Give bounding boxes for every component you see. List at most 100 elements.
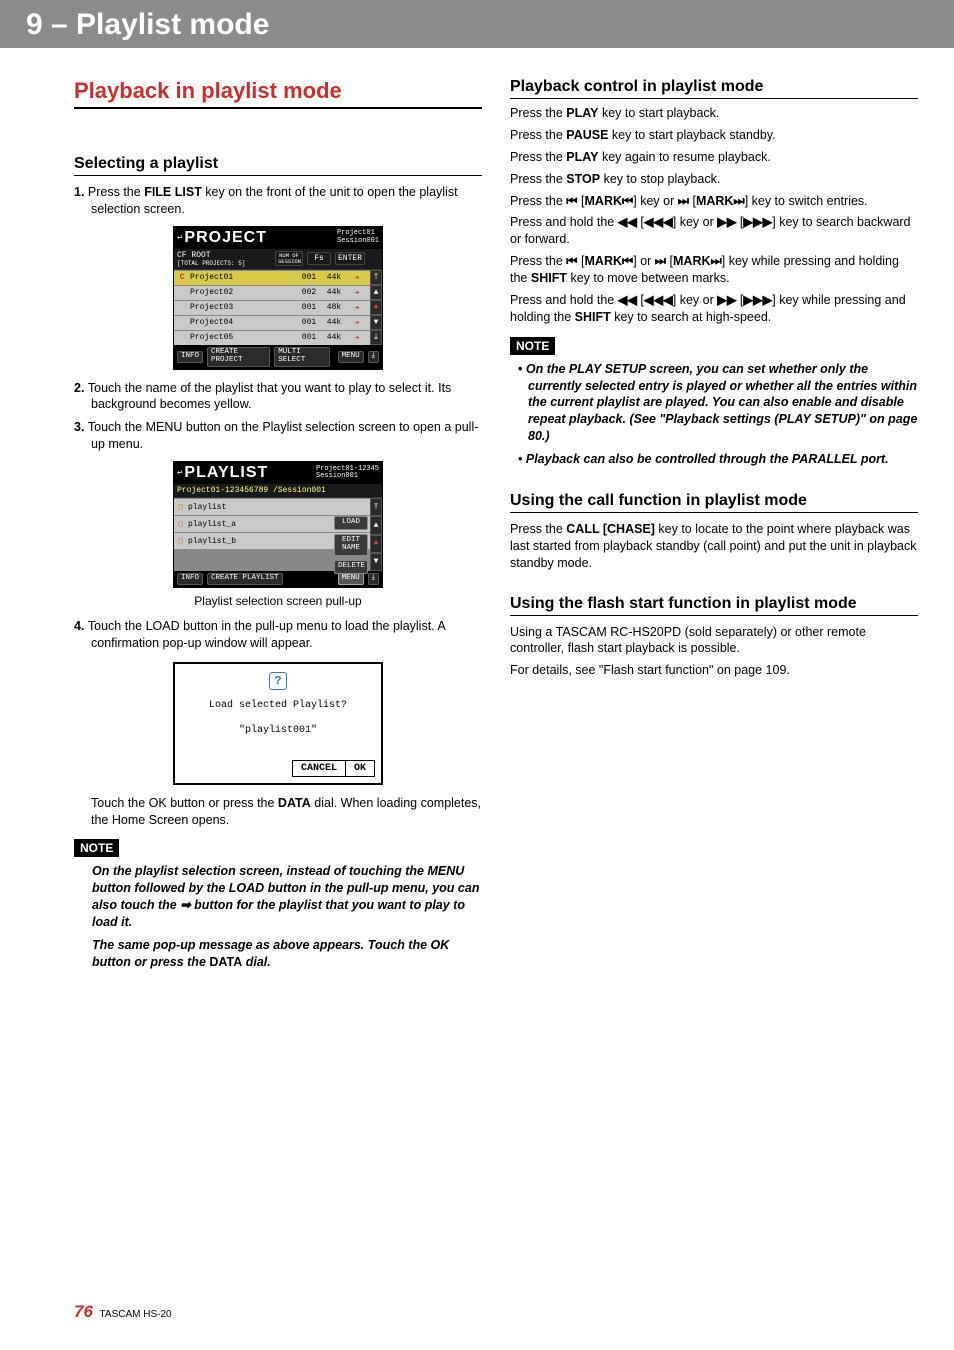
create-project-button[interactable]: CREATE PROJECT [207,347,270,367]
scroll-top-icon[interactable]: ⤒ [370,498,382,516]
note-text: Playback can also be controlled through … [510,451,918,468]
body-text: Press and hold the ◀◀ [◀◀◀] key or ▶▶ [▶… [510,214,918,248]
dialog-target: "playlist001" [181,725,375,736]
model-name: TASCAM HS-20 [100,1309,172,1320]
enter-icon[interactable]: ➔ [348,333,366,343]
key-name: PAUSE [566,128,608,142]
edit-name-button[interactable]: EDIT NAME [334,534,368,556]
table-row[interactable]: Project02 002 44k ➔ [174,285,382,300]
note-label: NOTE [74,839,119,857]
enter-icon[interactable]: ➔ [348,318,366,328]
folder-icon: ▢ [178,536,188,546]
note-text: On the playlist selection screen, instea… [74,863,482,931]
record-icon[interactable]: ● [370,300,382,315]
menu-button[interactable]: MENU [338,573,364,585]
create-playlist-button[interactable]: CREATE PLAYLIST [207,573,283,585]
right-column: Playback control in playlist mode Press … [510,78,918,977]
list-item[interactable]: ▢ playlist [174,498,382,515]
subsection-heading: Using the flash start function in playli… [510,595,918,616]
scroll-up-icon[interactable]: ▲ [370,285,382,300]
scroll-up-icon[interactable]: ▲ [370,516,382,534]
body-text: Press the ⏮ [MARK⏮] or ⏭ [MARK⏭] key whi… [510,253,918,287]
step-2: Touch the name of the playlist that you … [74,380,482,414]
instruction-list: Press the FILE LIST key on the front of … [74,184,482,218]
body-text: Press the CALL [CHASE] key to locate to … [510,521,918,572]
note-text: On the PLAY SETUP screen, you can set wh… [510,361,918,445]
instruction-list: Touch the LOAD button in the pull-up men… [74,618,482,652]
body-text: Press and hold the ◀◀ [◀◀◀] key or ▶▶ [▶… [510,292,918,326]
key-name: PLAY [566,150,598,164]
question-icon: ? [269,672,287,690]
scroll-down-icon[interactable]: ▼ [370,315,382,330]
table-row[interactable]: C Project01 001 44k ➔ [174,270,382,285]
scroll-top-icon[interactable]: ⤒ [370,270,382,285]
page-footer: 76 TASCAM HS-20 [74,1302,172,1322]
body-text: Press the PLAY key again to resume playb… [510,149,918,166]
key-name: SHIFT [575,310,611,324]
left-column: Playback in playlist mode Selecting a pl… [74,78,482,977]
note-label: NOTE [510,337,555,355]
back-icon: ↩ [177,233,182,243]
ffwd-icon: ▶▶ [717,215,736,229]
key-name: DATA [278,796,311,810]
delete-button[interactable]: DELETE [334,560,368,574]
enter-icon[interactable]: ➔ [348,288,366,298]
scroll-bottom-icon[interactable]: ⤓ [368,573,379,585]
skip-fwd-icon: ⏭ [678,194,689,208]
step-3: Touch the MENU button on the Playlist se… [74,419,482,453]
ffwd-icon: ▶▶ [717,293,736,307]
info-button[interactable]: INFO [177,573,203,585]
pull-up-menu: LOAD EDIT NAME DELETE [334,516,368,574]
page-body: Playback in playlist mode Selecting a pl… [0,48,954,977]
current-icon: C [177,273,187,282]
body-text: For details, see "Flash start function" … [510,662,918,679]
skip-back-icon: ⏮ [566,194,577,208]
chapter-header: 9 – Playlist mode [0,0,954,48]
cancel-button[interactable]: CANCEL [292,760,346,777]
screenshot-confirm-dialog: ? Load selected Playlist? "playlist001" … [173,662,383,785]
rewind-icon: ◀◀ [618,293,637,307]
table-row[interactable]: Project05 001 44k ➔ [174,330,382,345]
table-row[interactable]: Project03 001 48k ➔ [174,300,382,315]
key-name: SHIFT [531,271,567,285]
enter-icon[interactable]: ➔ [348,303,366,313]
body-text: Touch the OK button or press the DATA di… [74,795,482,829]
scroll-bottom-icon[interactable]: ⤓ [368,351,379,363]
menu-button[interactable]: MENU [338,351,364,363]
page-number: 76 [74,1302,93,1321]
body-text: Press the PAUSE key to start playback st… [510,127,918,144]
multi-select-button[interactable]: MULTI SELECT [274,347,329,367]
screenshot-project-list: ↩ PROJECT Project01 Session001 CF ROOT [… [173,226,383,370]
record-icon[interactable]: ● [370,535,382,553]
load-button[interactable]: LOAD [334,516,368,530]
key-name: FILE LIST [144,185,202,199]
body-text: Press the ⏮ [MARK⏮] key or ⏭ [MARK⏭] key… [510,193,918,210]
scroll-bottom-icon[interactable]: ⤓ [370,330,382,345]
subsection-heading: Selecting a playlist [74,155,482,176]
dialog-message: Load selected Playlist? [181,700,375,711]
screenshot-playlist-pullup: ↩ PLAYLIST Project01-12345 Session001 Pr… [173,461,383,588]
folder-icon: ▢ [178,502,188,512]
breadcrumb: Project01 Session001 [337,230,379,245]
lcd-title: PROJECT [184,229,337,247]
note-text: The same pop-up message as above appears… [74,937,482,971]
enter-icon[interactable]: ➔ [348,273,366,283]
hdr-root: CF ROOT [177,251,211,260]
step-1: Press the FILE LIST key on the front of … [74,184,482,218]
body-text: Using a TASCAM RC-HS20PD (sold separatel… [510,624,918,658]
body-text: Press the STOP key to stop playback. [510,171,918,188]
table-row[interactable]: Project04 001 44k ➔ [174,315,382,330]
info-button[interactable]: INFO [177,351,203,363]
key-name: PLAY [566,106,598,120]
key-name: CALL [CHASE] [566,522,655,536]
scroll-down-icon[interactable]: ▼ [370,553,382,571]
ok-button[interactable]: OK [345,760,375,777]
key-name: STOP [566,172,600,186]
subsection-heading: Playback control in playlist mode [510,78,918,99]
rewind-icon: ◀◀ [618,215,637,229]
skip-fwd-icon: ⏭ [655,254,666,268]
folder-icon: ▢ [178,519,188,529]
body-text: Press the PLAY key to start playback. [510,105,918,122]
subsection-heading: Using the call function in playlist mode [510,492,918,513]
figure-caption: Playlist selection screen pull-up [74,594,482,608]
